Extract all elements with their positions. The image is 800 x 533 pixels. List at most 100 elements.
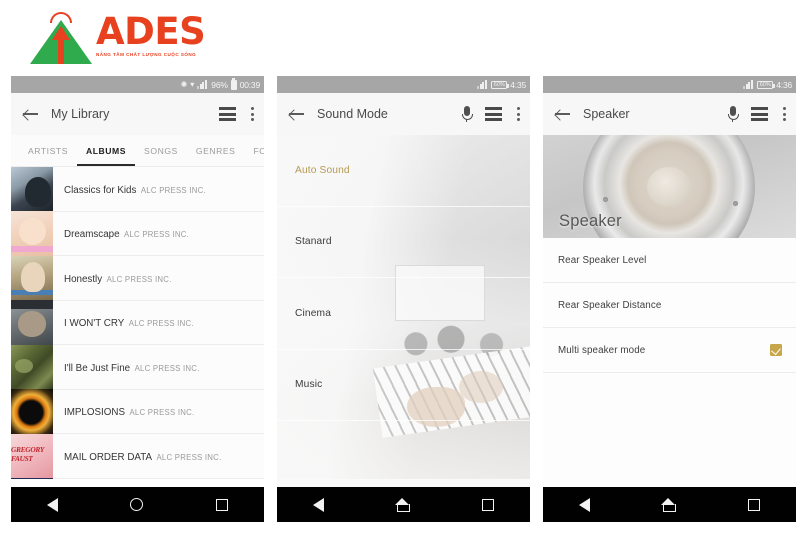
battery-percent-label: 60% [493, 81, 505, 88]
speaker-screw-icon [733, 201, 738, 206]
recents-square-icon[interactable] [215, 498, 228, 511]
clock-label: 4:35 [510, 79, 526, 90]
album-meta: Dreamscape ALC PRESS INC. [53, 224, 189, 242]
album-meta: IMPLOSIONS ALC PRESS INC. [53, 402, 194, 420]
home-circle-icon[interactable] [130, 498, 144, 511]
list-item[interactable]: GREGORY FAUST MAIL ORDER DATA ALC PRESS … [11, 433, 264, 479]
clock-label: 4:36 [776, 79, 792, 90]
tab-genres[interactable]: GENRES [187, 135, 245, 166]
speaker-screw-icon [603, 197, 608, 202]
sound-mode-option-cinema[interactable]: Cinema [277, 278, 530, 350]
app-bar-actions [219, 107, 254, 121]
battery-icon [230, 77, 237, 90]
android-navigation-bar [11, 487, 264, 522]
app-bar-actions [728, 106, 786, 122]
status-bar: 60% 4:36 [543, 76, 796, 93]
clock-label: 00:39 [239, 79, 260, 90]
page-title: My Library [51, 107, 110, 121]
back-arrow-icon[interactable] [23, 108, 38, 120]
logo-wordmark: ADES [96, 10, 206, 53]
overflow-menu-icon[interactable] [250, 107, 254, 121]
list-item[interactable]: Dreamscape ALC PRESS INC. [11, 211, 264, 256]
album-meta: MAIL ORDER DATA ALC PRESS INC. [53, 447, 221, 465]
sound-mode-label: Cinema [295, 307, 332, 319]
recents-square-icon[interactable] [482, 498, 495, 511]
app-bar-actions [462, 106, 520, 122]
list-icon[interactable] [751, 107, 768, 121]
list-item[interactable]: I WON'T CRY ALC PRESS INC. [11, 300, 264, 345]
sound-mode-option-music[interactable]: Music [277, 350, 530, 421]
status-bar: 60% 4:35 [277, 76, 530, 93]
battery-percent-label: 60% [759, 81, 771, 88]
album-title: Honestly [64, 273, 103, 285]
tab-songs[interactable]: SONGS [135, 135, 187, 166]
wifi-icon: ▾ [190, 79, 195, 89]
album-artist: ALC PRESS INC. [140, 185, 206, 195]
multi-speaker-mode-checkbox[interactable] [770, 344, 782, 356]
list-item[interactable]: Classics for Kids ALC PRESS INC. [11, 167, 264, 212]
album-artist: ALC PRESS INC. [156, 452, 222, 462]
album-artist: ALC PRESS INC. [134, 363, 200, 373]
album-art-thumbnail [11, 389, 53, 434]
album-list[interactable]: Classics for Kids ALC PRESS INC. Dreamsc… [11, 167, 264, 479]
setting-row-rear-speaker-level[interactable]: Rear Speaker Level [543, 238, 796, 283]
tab-artists[interactable]: ARTISTS [19, 135, 77, 166]
speaker-settings-list[interactable]: Rear Speaker Level Rear Speaker Distance… [543, 238, 796, 373]
sound-mode-option-auto-sound[interactable]: Auto Sound [277, 135, 530, 207]
album-title: Dreamscape [64, 229, 120, 241]
home-house-icon[interactable] [395, 498, 411, 512]
setting-label: Rear Speaker Distance [558, 299, 662, 311]
setting-row-multi-speaker-mode[interactable]: Multi speaker mode [543, 328, 796, 373]
album-artist: ALC PRESS INC. [128, 319, 194, 329]
album-artist: ALC PRESS INC. [124, 230, 190, 240]
list-item[interactable]: Honestly ALC PRESS INC. [11, 255, 264, 301]
setting-row-rear-speaker-distance[interactable]: Rear Speaker Distance [543, 283, 796, 328]
logo-text: ADES NÂNG TẦM CHẤT LƯỢNG CUỘC SỐNG [96, 10, 206, 57]
album-art-text: GREGORY FAUST [11, 444, 44, 463]
library-tab-strip: ARTISTS ALBUMS SONGS GENRES FO [11, 135, 264, 167]
logo-tagline: NÂNG TẦM CHẤT LƯỢNG CUỘC SỐNG [96, 52, 197, 57]
recents-square-icon[interactable] [748, 498, 761, 511]
logo-handle-shape [50, 12, 72, 23]
album-title: MAIL ORDER DATA [64, 451, 152, 463]
album-artist: ALC PRESS INC. [106, 274, 172, 284]
album-title: Classics for Kids [64, 184, 137, 196]
back-triangle-icon[interactable] [47, 497, 59, 512]
back-triangle-icon[interactable] [312, 497, 324, 512]
setting-label: Multi speaker mode [558, 344, 646, 356]
speaker-hero-image: Speaker [543, 135, 796, 238]
back-arrow-icon[interactable] [289, 108, 304, 120]
sound-mode-option-stanard[interactable]: Stanard [277, 207, 530, 278]
list-item[interactable]: I'll Be Just Fine ALC PRESS INC. [11, 344, 264, 390]
album-title: I'll Be Just Fine [64, 362, 131, 374]
home-house-icon[interactable] [661, 498, 677, 512]
back-triangle-icon[interactable] [578, 497, 590, 512]
sound-mode-list[interactable]: Auto Sound Stanard Cinema Music [277, 135, 530, 479]
battery-icon: 60% [491, 80, 510, 89]
signal-icon [197, 80, 208, 89]
sound-mode-label: Auto Sound [295, 164, 350, 176]
list-item[interactable]: NAIROBI SUNSET NAIROBI SUNSET [11, 478, 264, 479]
album-title: IMPLOSIONS [64, 407, 125, 419]
speaker-dust-cap [647, 167, 691, 207]
setting-label: Rear Speaker Level [558, 254, 647, 266]
ades-logo: ADES NÂNG TẦM CHẤT LƯỢNG CUỘC SỐNG [30, 8, 210, 66]
list-icon[interactable] [219, 107, 236, 121]
page-title: Speaker [583, 107, 630, 121]
list-icon[interactable] [485, 107, 502, 121]
overflow-menu-icon[interactable] [782, 107, 786, 121]
page-title: Sound Mode [317, 107, 388, 121]
back-arrow-icon[interactable] [555, 108, 570, 120]
tab-folders[interactable]: FO [244, 135, 264, 166]
mic-icon[interactable] [728, 106, 739, 122]
list-item[interactable]: IMPLOSIONS ALC PRESS INC. [11, 389, 264, 434]
sound-mode-label: Stanard [295, 236, 332, 248]
tab-albums[interactable]: ALBUMS [76, 135, 136, 166]
hero-title: Speaker [559, 212, 622, 230]
phone-screenshot-my-library: ✺ ▾ 96% 00:39 My Library ARTISTS ALBUMS … [11, 76, 264, 522]
mic-icon[interactable] [462, 106, 473, 122]
overflow-menu-icon[interactable] [516, 107, 520, 121]
app-bar: My Library [11, 93, 264, 135]
app-bar: Speaker [543, 93, 796, 135]
album-art-thumbnail [11, 300, 53, 345]
